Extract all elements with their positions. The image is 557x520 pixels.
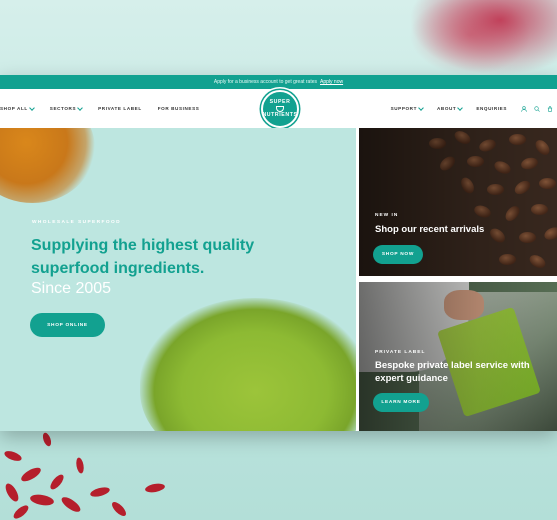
- main-navigation: SHOP ALL SECTORS PRIVATE LABEL FOR BUSIN…: [0, 87, 557, 131]
- new-in-title: Shop our recent arrivals: [375, 224, 485, 235]
- hero-headline: Supplying the highest quality superfood …: [31, 237, 255, 277]
- green-powder-image: [140, 298, 356, 431]
- nav-private-label-label: PRIVATE LABEL: [98, 106, 142, 111]
- turmeric-powder-image: [0, 128, 95, 203]
- nav-enquiries-label: ENQUIRIES: [476, 106, 507, 111]
- nav-right-group: SUPPORT ABOUT ENQUIRIES: [390, 104, 557, 112]
- private-label-title: Bespoke private label service with exper…: [375, 360, 530, 384]
- nav-shop-all-label: SHOP ALL: [0, 106, 28, 111]
- nav-for-business-label: FOR BUSINESS: [157, 106, 200, 111]
- search-icon[interactable]: [534, 105, 540, 112]
- logo-badge: SUPER NUTRIENTS: [261, 90, 299, 128]
- nav-left-group: SHOP ALL SECTORS PRIVATE LABEL FOR BUSIN…: [0, 104, 200, 111]
- new-in-eyebrow: NEW IN: [375, 213, 399, 218]
- chevron-down-icon: [77, 104, 83, 111]
- shop-now-button[interactable]: SHOP NOW: [373, 245, 423, 264]
- private-label-card[interactable]: PRIVATE LABEL Bespoke private label serv…: [359, 282, 557, 431]
- cart-icon[interactable]: [547, 105, 553, 112]
- learn-more-button[interactable]: LEARN MORE: [373, 393, 429, 412]
- user-icon[interactable]: [521, 105, 527, 112]
- website-window: Apply for a business account to get grea…: [0, 75, 557, 431]
- nav-about-label: ABOUT: [436, 106, 457, 111]
- shop-online-button[interactable]: SHOP ONLINE: [30, 313, 105, 337]
- nav-sectors-label: SECTORS: [49, 106, 77, 111]
- nav-icon-group: [521, 105, 553, 112]
- nav-enquiries[interactable]: ENQUIRIES: [476, 106, 507, 111]
- nav-about[interactable]: ABOUT: [436, 104, 464, 111]
- announcement-text: Apply for a business account to get grea…: [213, 79, 318, 85]
- hero-section: WHOLESALE SUPERFOOD Supplying the highes…: [0, 128, 356, 431]
- chevron-down-icon: [457, 104, 464, 111]
- private-label-eyebrow: PRIVATE LABEL: [375, 350, 426, 355]
- logo-line-2: NUTRIENTS: [262, 112, 298, 118]
- hero-eyebrow: WHOLESALE SUPERFOOD: [32, 220, 121, 225]
- new-in-card[interactable]: NEW IN Shop our recent arrivals SHOP NOW: [359, 128, 557, 276]
- nav-private-label[interactable]: PRIVATE LABEL: [98, 106, 142, 111]
- logo-line-1: SUPER: [269, 98, 291, 105]
- chevron-down-icon: [418, 104, 424, 111]
- nav-support-label: SUPPORT: [390, 106, 417, 111]
- hero-subline: Since 2005: [31, 280, 112, 297]
- nav-shop-all[interactable]: SHOP ALL: [0, 104, 35, 111]
- apply-now-link[interactable]: Apply now: [320, 79, 343, 85]
- chevron-down-icon: [28, 104, 35, 111]
- nav-support[interactable]: SUPPORT: [390, 104, 424, 111]
- page-content: WHOLESALE SUPERFOOD Supplying the highes…: [0, 128, 557, 431]
- brand-logo[interactable]: SUPER NUTRIENTS: [258, 87, 302, 131]
- nav-for-business[interactable]: FOR BUSINESS: [158, 106, 200, 111]
- nav-sectors[interactable]: SECTORS: [49, 104, 83, 111]
